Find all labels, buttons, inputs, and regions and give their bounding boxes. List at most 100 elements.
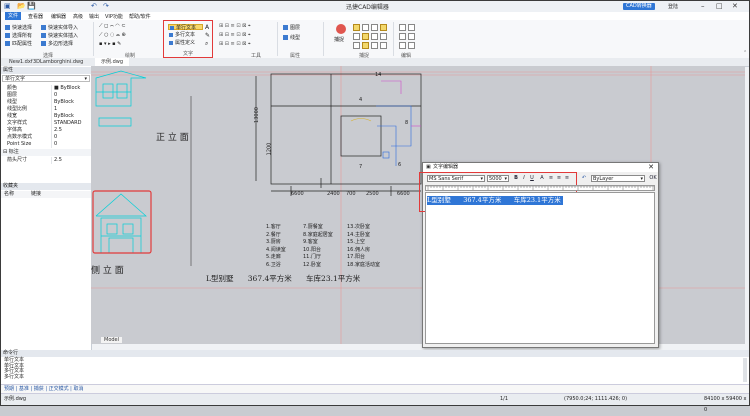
redo-icon[interactable]: ↷ (103, 2, 109, 10)
bold-button[interactable]: B (513, 175, 519, 181)
insert-icon (41, 33, 46, 38)
size-select[interactable]: 5000 ▾ (487, 175, 509, 182)
single-line-text-button[interactable]: 单行文本 (168, 24, 203, 31)
undo-icon[interactable]: ↶ (91, 2, 97, 10)
prop-row[interactable]: 线型比例 1 (1, 106, 91, 113)
prop-row[interactable]: 图层 0 (1, 92, 91, 99)
text-style-icon[interactable]: A (205, 24, 209, 31)
dim-text: 6600 (397, 191, 410, 197)
separator (93, 22, 94, 56)
category-dimension[interactable]: ⊟ 标注 (1, 149, 91, 156)
menu-vip[interactable]: VIP功能 (105, 13, 123, 20)
prop-row[interactable]: 文字样式 STANDARD (1, 120, 91, 127)
attribute-define-button[interactable]: 属性定义 (168, 40, 203, 46)
legend-col-2: 7.厨餐室 8.家庭起居室 9.客室 10.阳台 11.门厅 12.卧室 (303, 224, 333, 268)
text-editor-dialog: ▣ 文字编辑器 ✕ MS Sans Serif ▾ 5000 ▾ B I U A ≡… (419, 162, 659, 348)
poly-tool-icon[interactable]: ⟋ ○ ◌ ⌓ ⊕ (99, 32, 126, 38)
arc-tool-icon[interactable]: ▪ ▾ ▸ ▪ ✎ (99, 41, 121, 47)
font-select[interactable]: MS Sans Serif ▾ (427, 175, 485, 182)
tab-new1[interactable]: New1.dxf (9, 59, 33, 65)
chevron-down-icon: ▾ (504, 176, 507, 182)
underline-button[interactable]: U (529, 175, 535, 181)
text-edit-icon[interactable]: ✎ (205, 32, 210, 39)
ok-button[interactable]: OK (648, 175, 658, 181)
quick-entity-insert-button[interactable]: 快速实体插入 (41, 32, 78, 39)
dim-text: 2400 (327, 191, 340, 197)
ruler (425, 185, 655, 191)
properties-panel: 属性 单行文字 ▾ 颜色 ■ ByBlock 图层 0 线型 ByBlock 线型比例 1… (1, 66, 92, 350)
login-button[interactable]: 登陆 (668, 3, 678, 10)
close-icon[interactable]: ✕ (732, 2, 738, 10)
quick-select-button[interactable]: 快速选择 (5, 24, 32, 31)
history-line: 多行文本 (4, 373, 25, 380)
room-number: 14 (375, 72, 382, 78)
save-icon[interactable]: 💾 (27, 2, 36, 10)
tab-lamborghini[interactable]: 3DLamborghini.dwg (33, 59, 83, 65)
minimize-icon[interactable]: – (701, 2, 705, 10)
drawing-size: 84100 x 59400 x 0 (704, 396, 747, 413)
menu-advanced[interactable]: 高级 (73, 13, 83, 20)
align-right-button[interactable]: ≡ (564, 175, 570, 181)
front-elevation-title: 正 立 面 (156, 133, 189, 143)
room-number: 8 (405, 120, 409, 126)
dim-text: 13000 (253, 107, 260, 123)
chevron-down-icon: ▾ (84, 76, 87, 82)
status-bar: 示例.dwg 1/1 (7950.0;24; 1111.426; 0) 8410… (1, 393, 749, 413)
font-color-button[interactable]: A (539, 175, 545, 181)
menu-file[interactable]: 文件 (5, 12, 22, 20)
select-all-button[interactable]: 选择所有 (5, 32, 32, 39)
polygon-select-button[interactable]: 多边形选择 (41, 40, 73, 47)
room-number: 7 (359, 164, 363, 170)
scrollbar[interactable] (743, 358, 747, 382)
cad-converter-button[interactable]: CAD转换器 (623, 3, 655, 10)
select-icon (5, 25, 10, 30)
prop-row[interactable]: 箭头尺寸 2.5 (1, 157, 91, 164)
text-find-icon[interactable]: ⌕ (205, 40, 208, 48)
entity-type-select[interactable]: 单行文字 ▾ (2, 75, 90, 82)
mtext-icon (169, 33, 173, 37)
bookmark-title: 收藏夹 (1, 183, 91, 190)
prop-row[interactable]: 字体高 2.5 (1, 127, 91, 134)
selected-text[interactable]: L型别墅 367.4平方米 车库23.1平方米 (427, 196, 563, 205)
match-props-button[interactable]: 匹配属性 (5, 40, 32, 47)
menu-help[interactable]: 帮助/软件 (129, 13, 151, 20)
properties-title: 属性 (1, 67, 91, 74)
dialog-title: 文字编辑器 (433, 164, 459, 170)
room-number: 6 (398, 162, 402, 168)
menu-output[interactable]: 输出 (89, 13, 99, 20)
dim-text: 1200 (266, 142, 273, 156)
undo-button[interactable]: ↶ (581, 175, 587, 181)
layer-select[interactable]: ByLayer ▾ (591, 175, 645, 182)
text-edit-area[interactable]: L型别墅 367.4平方米 车库23.1平方米 (425, 192, 655, 344)
dialog-titlebar: ▣ 文字编辑器 ✕ (423, 163, 658, 172)
page-indicator: 1/1 (500, 396, 509, 402)
dialog-close-icon[interactable]: ✕ (648, 163, 654, 172)
open-icon[interactable]: 📂 (17, 2, 26, 10)
quick-entity-import-button[interactable]: 快速实体导入 (41, 24, 78, 31)
ribbon: 快速选择 选择所有 匹配属性 快速实体导入 快速实体插入 多边形选择 选择 ⟋ … (1, 20, 749, 59)
line-tool-icon[interactable]: ⟋ ◻ ⌒ ◠ ⊂ (99, 23, 126, 29)
dialog-app-icon: ▣ (426, 164, 431, 170)
text-icon (170, 26, 174, 30)
tab-example[interactable]: 示例.dwg (95, 58, 130, 66)
dim-text: 2500 (366, 191, 379, 197)
align-center-button[interactable]: ≡ (556, 175, 562, 181)
model-tab[interactable]: Model (101, 337, 123, 343)
command-title: 命令行 (1, 350, 749, 357)
import-icon (41, 25, 46, 30)
dim-text: 6600 (291, 191, 304, 197)
prop-row[interactable]: 线宽 ByBlock (1, 113, 91, 120)
app-logo-icon: ▣ (4, 2, 11, 10)
prop-row[interactable]: 线型 ByBlock (1, 99, 91, 106)
side-elevation-title: 侧 立 面 (91, 266, 124, 276)
dim-text: 700 (346, 191, 356, 197)
prop-row[interactable]: 颜色 ■ ByBlock (1, 85, 91, 92)
prop-row[interactable]: Point Size 0 (1, 141, 91, 148)
coordinates: (7950.0;24; 1111.426; 0) (564, 396, 628, 402)
multi-line-text-button[interactable]: 多行文本 (168, 32, 203, 38)
menu-viewer[interactable]: 查看器 (28, 13, 43, 20)
italic-button[interactable]: I (521, 175, 527, 181)
prop-row[interactable]: 点数示模式 0 (1, 134, 91, 141)
maximize-icon[interactable]: □ (716, 2, 723, 10)
align-left-button[interactable]: ≡ (548, 175, 554, 181)
